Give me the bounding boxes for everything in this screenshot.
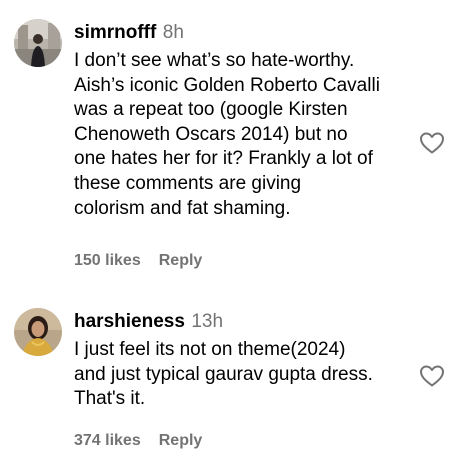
timestamp[interactable]: 13h <box>191 311 223 332</box>
heart-outline-icon[interactable] <box>419 131 445 155</box>
reply-button[interactable]: Reply <box>159 252 203 269</box>
likes-count[interactable]: 150 likes <box>74 252 141 269</box>
comment-item: harshieness 13h I just feel its not on t… <box>0 295 457 469</box>
comment-text-line: colorism and fat shaming. <box>74 197 291 219</box>
comment-text-line: Aish’s iconic Golden Roberto Cavalli <box>74 74 380 96</box>
username[interactable]: simrnofff <box>74 22 156 43</box>
comment-text: I just feel its not on theme(2024) and j… <box>74 338 414 412</box>
comment-text-line: one hates her for it? Frankly a lot of <box>74 148 373 170</box>
avatar[interactable] <box>14 308 62 356</box>
comment-text-line: Chenoweth Oscars 2014) but no <box>74 123 348 145</box>
comment-text-line: That's it. <box>74 388 146 410</box>
comment-header: simrnofff 8h <box>74 19 184 48</box>
comment-item: simrnofff 8h I don’t see what’s so hate-… <box>0 0 457 290</box>
comment-text-line: I don’t see what’s so hate-worthy. <box>74 50 355 71</box>
heart-outline-icon[interactable] <box>419 364 445 388</box>
comment-text-line: I just feel its not on theme(2024) <box>74 339 346 360</box>
comment-text-line: and just typical gaurav gupta dress. <box>74 363 373 385</box>
comment-text-line: was a repeat too (google Kirsten <box>74 99 348 121</box>
reply-button[interactable]: Reply <box>159 432 203 449</box>
comment-text: I don’t see what’s so hate-worthy. Aish’… <box>74 49 414 221</box>
likes-count[interactable]: 374 likes <box>74 432 141 449</box>
timestamp[interactable]: 8h <box>163 22 184 43</box>
comment-actions: 374 likes Reply <box>74 431 202 451</box>
comment-header: harshieness 13h <box>74 308 223 337</box>
comment-actions: 150 likes Reply <box>74 251 202 271</box>
username[interactable]: harshieness <box>74 311 185 332</box>
comment-text-line: these comments are giving <box>74 172 302 194</box>
avatar[interactable] <box>14 19 62 67</box>
